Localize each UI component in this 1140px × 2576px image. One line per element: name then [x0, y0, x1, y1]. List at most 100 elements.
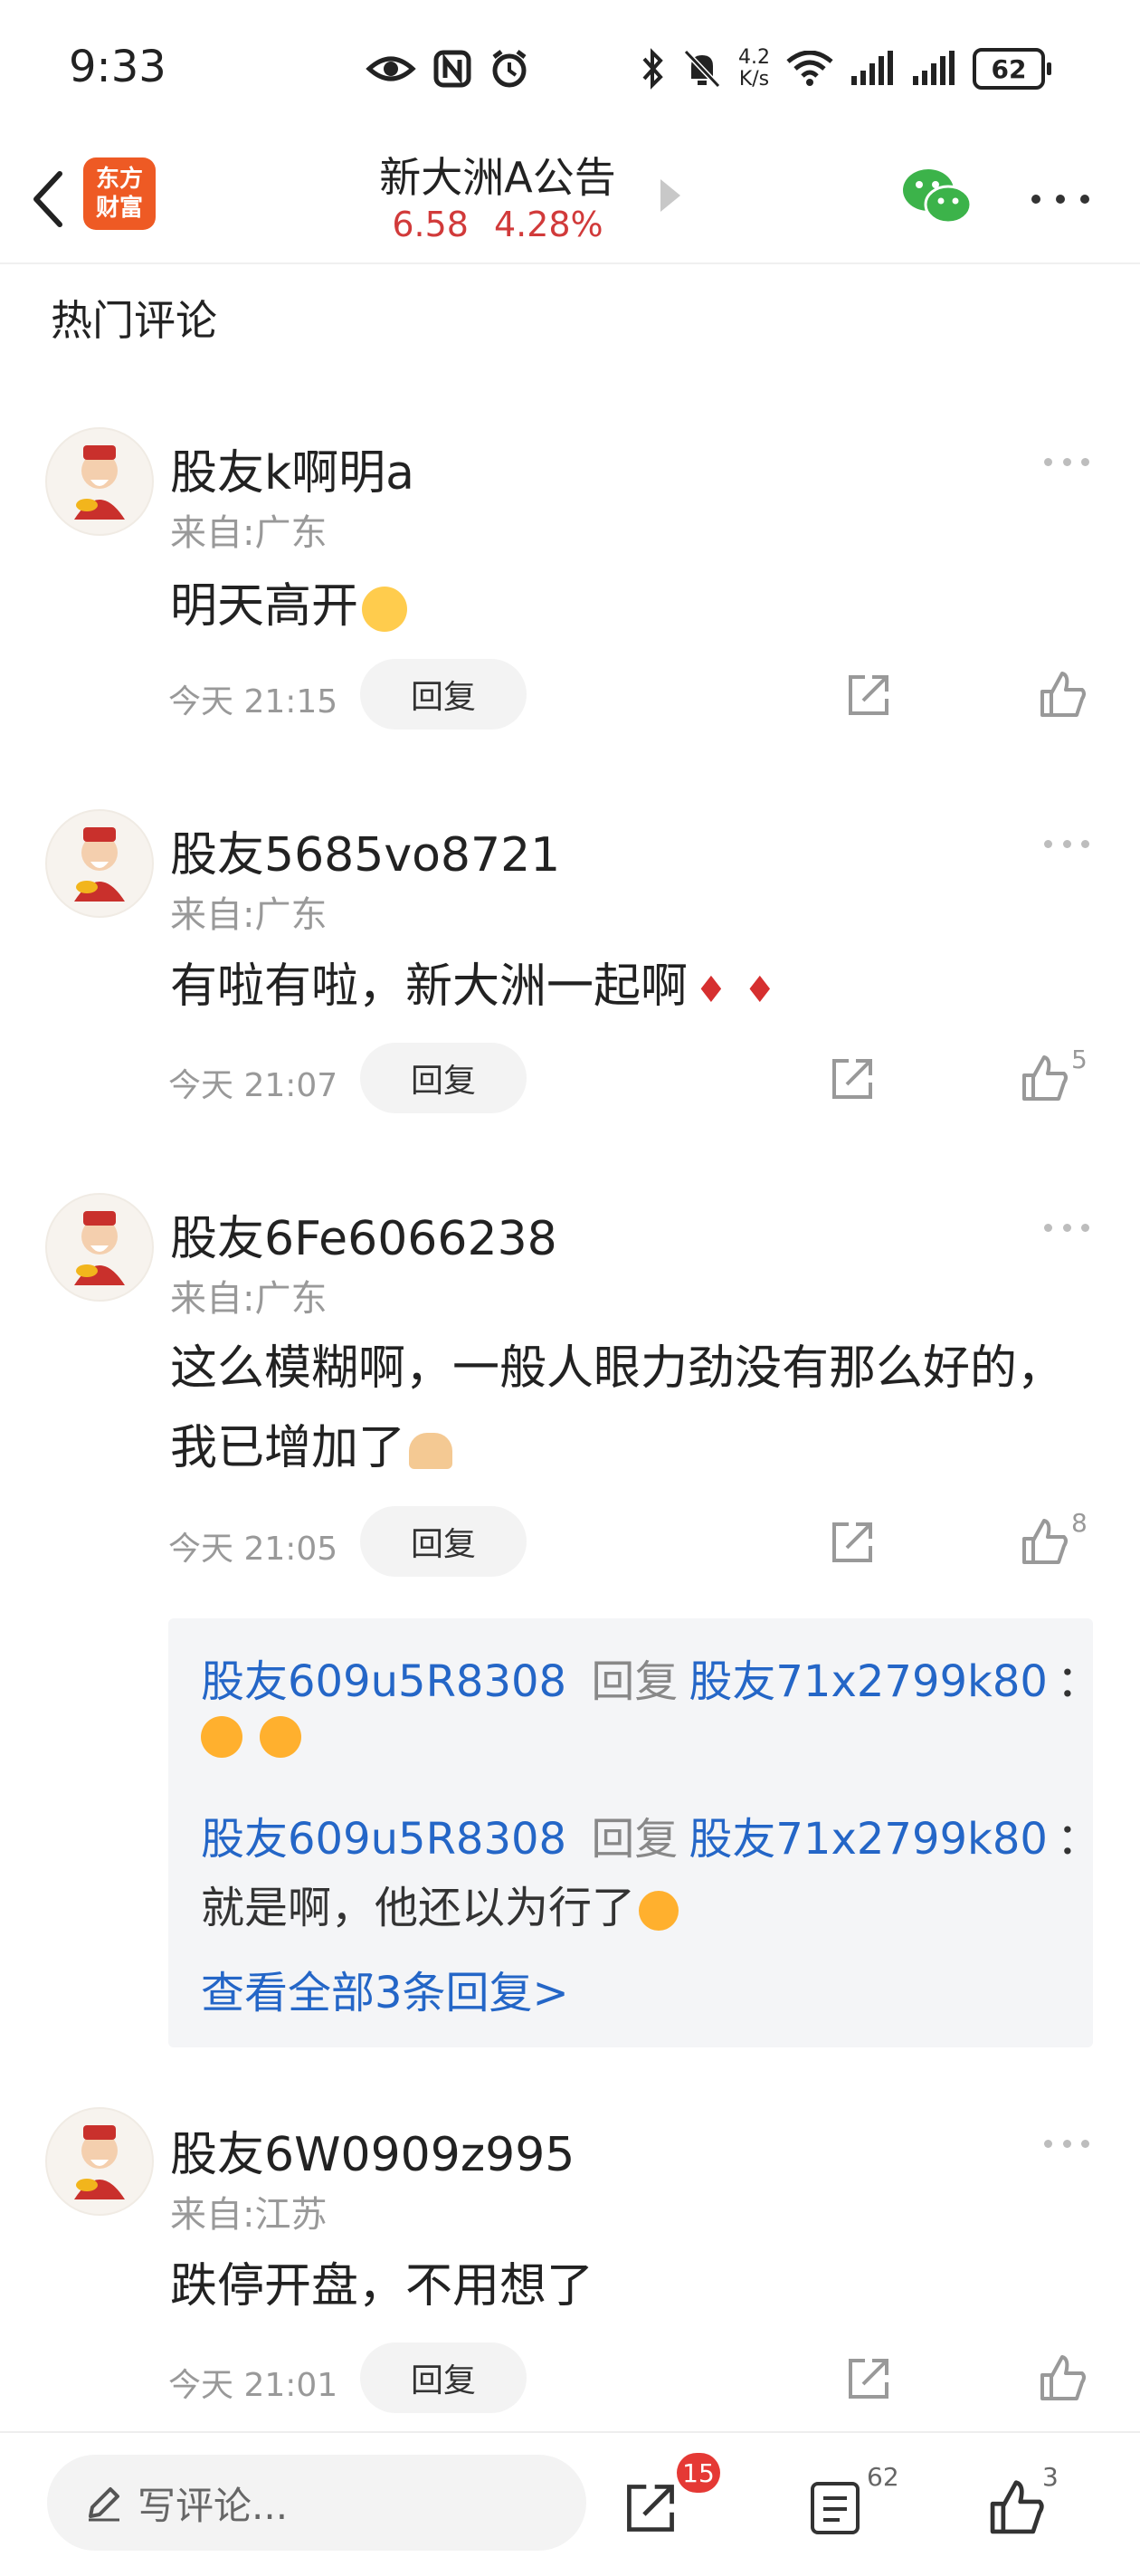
- comment-text: 这么模糊啊，一般人眼力劲没有那么好的，我已增加了: [170, 1341, 1065, 1475]
- alarm-icon: [492, 50, 527, 88]
- comment-more-button[interactable]: [1044, 840, 1089, 851]
- wifi-icon: [786, 51, 833, 86]
- stock-price: 6.58: [392, 205, 469, 244]
- thumbs-up-icon[interactable]: [1037, 2353, 1088, 2404]
- nfc-icon: [433, 50, 471, 88]
- caret-right-icon[interactable]: [660, 179, 680, 212]
- page-title[interactable]: 新大洲A公告: [344, 145, 651, 205]
- comment-more-button[interactable]: [1044, 458, 1089, 469]
- mute-bell-icon: [683, 49, 721, 89]
- write-comment-input[interactable]: 写评论...: [47, 2455, 586, 2551]
- share-icon[interactable]: [827, 1517, 878, 1568]
- pray-hands-emoji-icon: [409, 1433, 453, 1469]
- sub-reply-to[interactable]: 股友71x2799k80: [689, 1656, 1048, 1707]
- chevron-left-icon: [33, 171, 62, 227]
- status-time: 9:33: [69, 42, 166, 92]
- sub-reply-to[interactable]: 股友71x2799k80: [689, 1814, 1048, 1865]
- like-count: 8: [1071, 1508, 1088, 1538]
- comment-time: 今天 21:01: [168, 2367, 338, 2404]
- sub-reply[interactable]: 股友609u5R8308 回复 股友71x2799k80：: [201, 1803, 1100, 1866]
- caishen-avatar-icon: [74, 1211, 125, 1285]
- back-button[interactable]: [22, 163, 76, 235]
- sub-reply-text: [201, 1716, 302, 1769]
- thumbs-up-icon[interactable]: [1037, 670, 1088, 720]
- comment-location: 来自:广东: [170, 1278, 328, 1320]
- sub-reply-from[interactable]: 股友609u5R8308: [201, 1814, 566, 1865]
- face-emoji-icon: [639, 1891, 679, 1931]
- nav-bar: 东方 财富 新大洲A公告 6.58 4.28%: [0, 136, 1140, 264]
- avatar[interactable]: [45, 1193, 154, 1302]
- share-icon[interactable]: [621, 2478, 680, 2538]
- like-count: 5: [1071, 1045, 1088, 1074]
- status-bar: 9:33 4.2 K/s 62: [0, 0, 1140, 136]
- sub-reply[interactable]: 股友609u5R8308 回复 股友71x2799k80：: [201, 1646, 1100, 1709]
- section-title: 热门评论: [51, 296, 217, 345]
- reply-button[interactable]: 回复: [360, 2342, 527, 2413]
- signal-icon-1: [851, 51, 893, 85]
- sub-reply-colon: ：: [1056, 1814, 1100, 1865]
- bluetooth-icon: [642, 48, 663, 90]
- bottom-bar: 写评论... 15 62 3: [0, 2431, 1140, 2576]
- share-badge: 15: [677, 2453, 720, 2493]
- sweat-emoji-icon: [362, 587, 408, 632]
- status-left-icons: [366, 40, 530, 98]
- status-right-icons: 4.2 K/s 62: [639, 40, 1051, 98]
- avatar[interactable]: [45, 2107, 154, 2216]
- more-options-button[interactable]: [1031, 190, 1089, 208]
- thumbs-up-icon[interactable]: [1019, 1054, 1069, 1104]
- rose-emoji-icon: ♦: [695, 969, 727, 1011]
- share-icon[interactable]: [843, 2353, 894, 2404]
- reply-button[interactable]: 回复: [360, 659, 527, 730]
- share-icon[interactable]: [843, 670, 894, 720]
- comment-time: 今天 21:07: [168, 1067, 338, 1104]
- comment-username[interactable]: 股友6W0909z995: [170, 2116, 575, 2184]
- sub-reply-from[interactable]: 股友609u5R8308: [201, 1656, 566, 1707]
- comment-text: 跌停开盘，不用想了: [170, 2259, 594, 2314]
- avatar[interactable]: [45, 427, 154, 536]
- wechat-icon[interactable]: [901, 165, 974, 228]
- rose-emoji-icon: ♦: [743, 969, 776, 1011]
- comment-more-button[interactable]: [1044, 1224, 1089, 1235]
- comment-username[interactable]: 股友6Fe6066238: [170, 1200, 557, 1268]
- comment-location: 来自:江苏: [170, 2194, 328, 2236]
- face-emoji-icon: [201, 1716, 242, 1758]
- sub-replies-panel: 股友609u5R8308 回复 股友71x2799k80： 股友609u5R830…: [168, 1618, 1100, 2047]
- thumbs-up-icon[interactable]: [1019, 1517, 1069, 1568]
- stock-change: 4.28%: [493, 205, 603, 244]
- likes-count: 3: [1042, 2462, 1059, 2492]
- comment-text: 有啦有啦，新大洲一起啊 ♦ ♦: [170, 959, 776, 1014]
- eye-icon: [366, 56, 416, 81]
- battery-level: 62: [973, 48, 1045, 90]
- net-speed: 4.2 K/s: [738, 46, 770, 91]
- caishen-avatar-icon: [74, 827, 125, 902]
- reply-button[interactable]: 回复: [360, 1043, 527, 1113]
- avatar[interactable]: [45, 809, 154, 918]
- view-all-replies-link[interactable]: 查看全部3条回复>: [201, 1957, 569, 2020]
- caishen-avatar-icon: [74, 445, 125, 520]
- comment-username[interactable]: 股友k啊明a: [170, 434, 414, 502]
- pencil-icon: [89, 2487, 119, 2522]
- share-icon[interactable]: [827, 1054, 878, 1104]
- thumbs-up-icon[interactable]: [986, 2478, 1046, 2538]
- face-emoji-icon: [260, 1716, 302, 1758]
- sub-reply-verb: 回复: [591, 1814, 679, 1865]
- comments-icon[interactable]: [807, 2478, 863, 2538]
- reply-button[interactable]: 回复: [360, 1506, 527, 1577]
- stock-quote: 6.58 4.28%: [344, 205, 651, 244]
- comment-username[interactable]: 股友5685vo8721: [170, 816, 560, 884]
- comment-location: 来自:广东: [170, 894, 328, 936]
- sub-reply-text: 就是啊，他还以为行了: [201, 1872, 679, 1935]
- comment-location: 来自:广东: [170, 512, 328, 554]
- comments-count: 62: [867, 2462, 899, 2492]
- comment-text: 明天高开: [170, 567, 1075, 646]
- comment-placeholder: 写评论...: [138, 2483, 289, 2528]
- comment-more-button[interactable]: [1044, 2140, 1089, 2151]
- brand-logo[interactable]: 东方 财富: [83, 157, 156, 230]
- caishen-avatar-icon: [74, 2125, 125, 2199]
- battery-icon: 62: [973, 48, 1051, 90]
- sub-reply-colon: ：: [1056, 1656, 1100, 1707]
- sub-reply-verb: 回复: [591, 1656, 679, 1707]
- comment-time: 今天 21:05: [168, 1531, 338, 1568]
- comment-time: 今天 21:15: [168, 683, 338, 720]
- signal-icon-2: [913, 51, 955, 85]
